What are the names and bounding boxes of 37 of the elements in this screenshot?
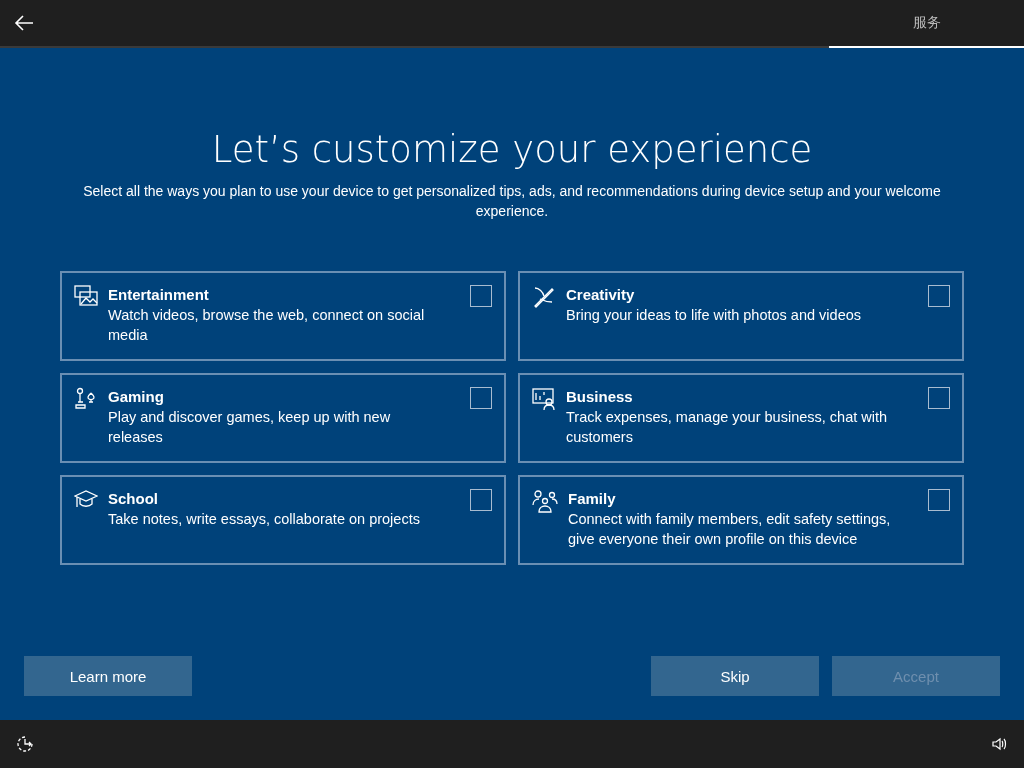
option-title: Entertainment [108, 285, 210, 305]
option-title: Creativity [566, 285, 636, 305]
page-subtitle: Select all the ways you plan to use your device to get personalized tips, ads, and recommendations during device setup and your welcome experience. [82, 182, 942, 221]
pen-brush-icon [532, 285, 556, 309]
option-title: Gaming [108, 387, 165, 407]
option-description: Take notes, write essays, collaborate on projects [108, 510, 421, 529]
option-card[interactable]: School Take notes, write essays, collaborate on projects [60, 475, 506, 565]
checkbox[interactable] [928, 285, 950, 307]
option-title: Business [566, 387, 634, 407]
option-title: School [108, 489, 159, 509]
option-description: Watch videos, browse the web, connect on social media [108, 306, 426, 345]
game-pieces-icon [74, 387, 98, 409]
option-card[interactable]: Family Connect with family members, edit safety settings, give everyone their own profile on this device [518, 475, 964, 565]
option-description: Connect with family members, edit safety settings, give everyone their own profile on this device [568, 510, 892, 549]
checkbox[interactable] [470, 387, 492, 409]
picture-icon [74, 285, 98, 307]
tab[interactable]: 服务 [829, 0, 1024, 48]
checkbox[interactable] [928, 387, 950, 409]
option-card[interactable]: Business Track expenses, manage your business, chat with customers [518, 373, 964, 463]
people-icon [532, 489, 558, 513]
learn-more-button[interactable]: Learn more [24, 656, 192, 696]
option-card[interactable]: Entertainment Watch videos, browse the web, connect on social media [60, 271, 506, 361]
option-description: Bring your ideas to life with photos and videos [566, 306, 862, 325]
option-description: Track expenses, manage your business, chat with customers [566, 408, 889, 447]
checkbox[interactable] [470, 285, 492, 307]
back-arrow-icon [14, 15, 34, 31]
option-card[interactable]: Gaming Play and discover games, keep up with new releases [60, 373, 506, 463]
page-title: Let’s customize your experience [211, 128, 813, 171]
chart-person-icon [532, 387, 556, 411]
option-card[interactable]: Creativity Bring your ideas to life with photos and videos [518, 271, 964, 361]
option-description: Play and discover games, keep up with new releases [108, 408, 392, 447]
checkbox[interactable] [470, 489, 492, 511]
volume-icon[interactable] [992, 737, 1008, 751]
accessibility-clock-icon[interactable] [16, 735, 34, 753]
checkbox[interactable] [928, 489, 950, 511]
option-title: Family [568, 489, 617, 509]
action-button[interactable]: Skip [651, 656, 819, 696]
